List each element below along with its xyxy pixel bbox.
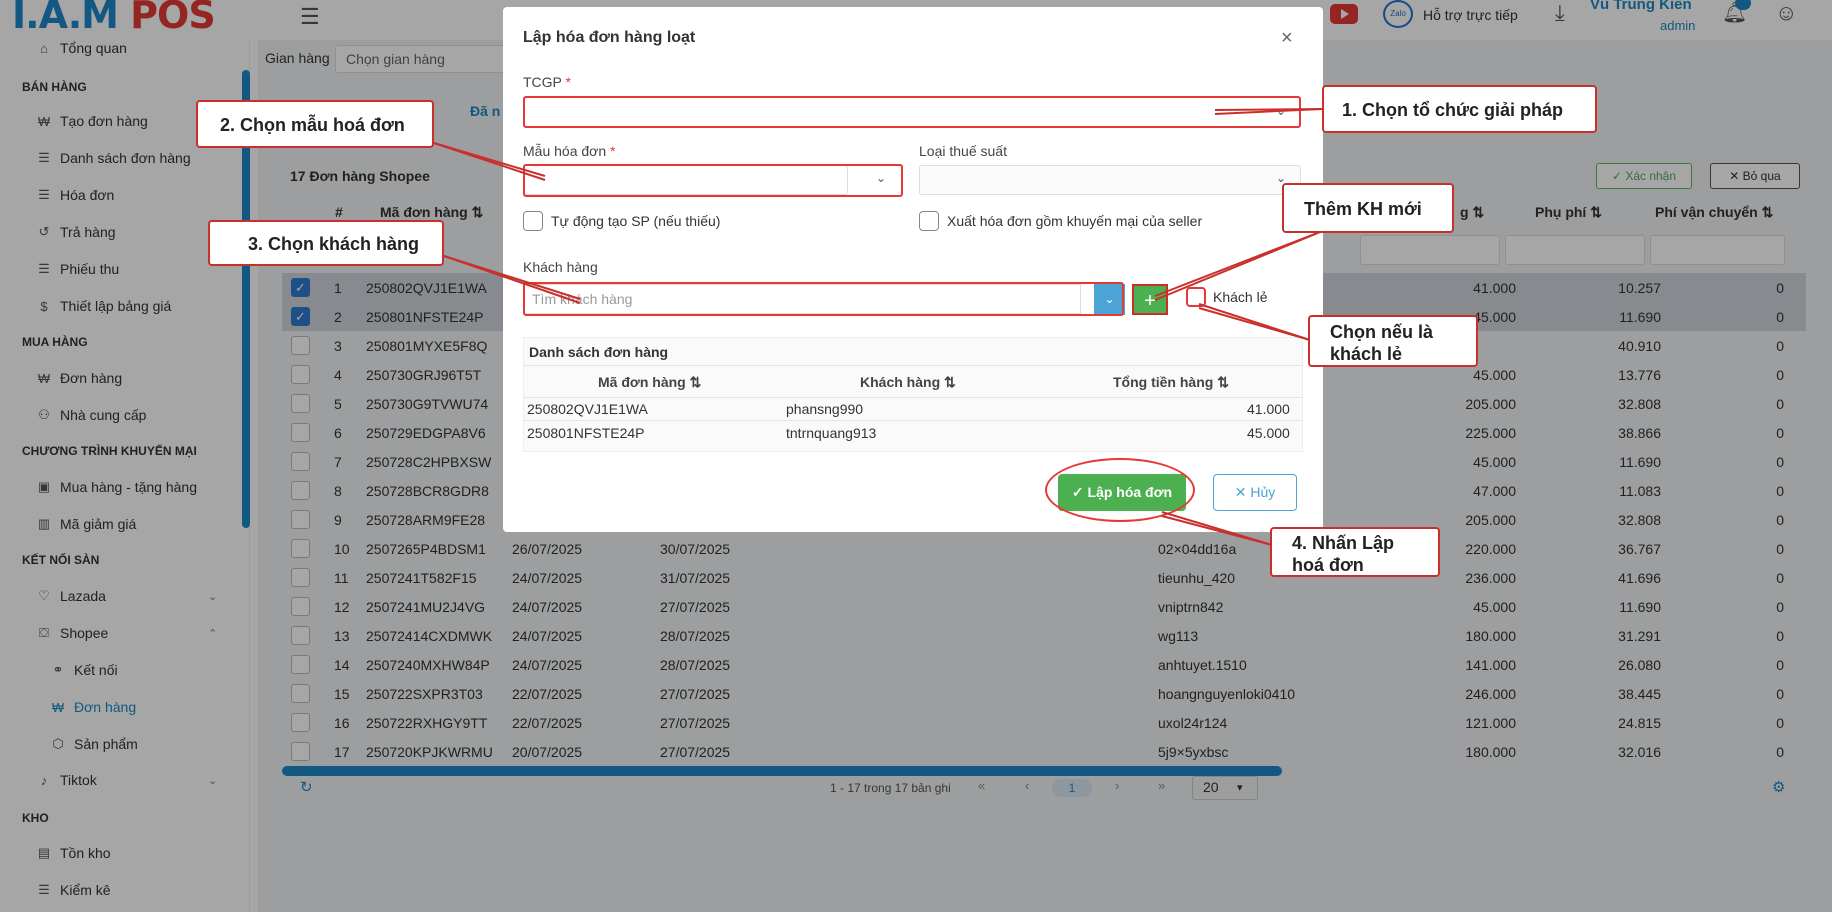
dsl-header-khach-hang[interactable]: Khách hàng ⇅ <box>860 374 956 391</box>
highlight-create-button <box>1045 458 1195 522</box>
thue-suat-label: Loại thuế suất <box>919 143 1007 159</box>
order-list-title: Danh sách đơn hàng <box>529 344 669 360</box>
add-customer-button[interactable]: + <box>1132 284 1168 315</box>
khach-le-checkbox[interactable] <box>1186 287 1206 307</box>
dsl-cell: 41.000 <box>1247 401 1290 417</box>
dsl-cell: phansng990 <box>786 401 864 417</box>
auto-create-product-checkbox[interactable] <box>523 211 543 231</box>
auto-create-product-label: Tự động tạo SP (nếu thiếu) <box>551 213 721 229</box>
callout-step-1: 1. Chọn tổ chức giải pháp <box>1322 85 1597 133</box>
dsl-header-tong-tien[interactable]: Tổng tiền hàng ⇅ <box>1113 374 1229 391</box>
mau-hoa-don-label: Mẫu hóa đơn * <box>523 143 616 159</box>
modal-title: Lập hóa đơn hàng loạt <box>523 29 696 46</box>
divider <box>523 365 1303 366</box>
callout-walk-in-customer: Chọn nếu là khách lẻ <box>1308 315 1478 367</box>
callout-step-3: 3. Chọn khách hàng <box>208 220 444 266</box>
include-promo-checkbox[interactable] <box>919 211 939 231</box>
dsl-header-ma-don[interactable]: Mã đơn hàng ⇅ <box>598 374 701 391</box>
dsl-cell: 250801NFSTE24P <box>527 425 645 441</box>
callout-add-customer: Thêm KH mới <box>1282 183 1454 233</box>
dsl-cell: tntrnquang913 <box>786 425 877 441</box>
chevron-down-icon[interactable]: ⌄ <box>1094 284 1125 315</box>
thue-suat-select[interactable] <box>919 165 1301 195</box>
customer-search-input[interactable]: Tìm khách hàng <box>523 284 1081 314</box>
callout-step-2: 2. Chọn mẫu hoá đơn <box>196 100 434 148</box>
divider <box>523 397 1303 398</box>
include-promo-label: Xuất hóa đơn gồm khuyến mại của seller <box>947 213 1203 229</box>
divider <box>523 420 1303 421</box>
chevron-down-icon: ⌄ <box>876 171 887 185</box>
cancel-button[interactable]: ✕ Hủy <box>1213 474 1297 511</box>
tcgp-select[interactable] <box>523 97 1301 127</box>
khach-le-label: Khách lẻ <box>1213 289 1268 305</box>
bulk-invoice-modal: Lập hóa đơn hàng loạt × TCGP * ⌄ Mẫu hóa… <box>503 7 1323 532</box>
khach-hang-label: Khách hàng <box>523 259 598 275</box>
tcgp-label: TCGP * <box>523 74 571 90</box>
chevron-down-icon: ⌄ <box>1276 104 1287 118</box>
mau-hoa-don-select[interactable] <box>523 165 848 195</box>
close-icon[interactable]: × <box>1281 27 1293 50</box>
dsl-cell: 45.000 <box>1247 425 1290 441</box>
callout-step-4: 4. Nhấn Lập hoá đơn <box>1270 527 1440 577</box>
dsl-cell: 250802QVJ1E1WA <box>527 401 648 417</box>
